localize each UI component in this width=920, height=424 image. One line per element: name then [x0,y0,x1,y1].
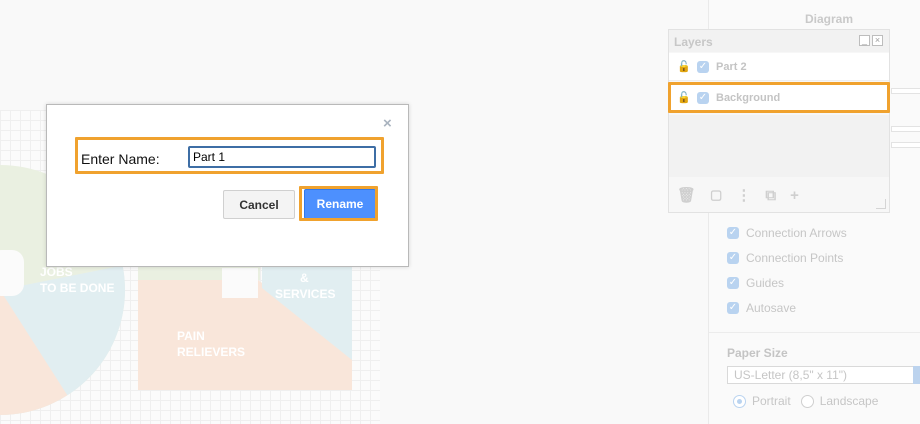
option-autosave[interactable]: ✓ Autosave [727,299,796,317]
layers-titlebar[interactable]: Layers _ × [669,30,889,52]
chevron-down-icon[interactable] [913,366,920,384]
duplicate-icon[interactable]: ⧉ [765,187,776,204]
resize-handle[interactable] [876,199,886,209]
portrait-label: Portrait [752,394,791,408]
close-icon[interactable]: × [383,115,392,132]
unlock-icon[interactable]: 🔓 [677,61,691,73]
highlight-rename-button [299,186,378,221]
paper-size-select[interactable]: US-Letter (8,5" x 11") [727,366,917,384]
cancel-button[interactable]: Cancel [223,190,295,219]
trash-icon[interactable]: 🗑 [677,186,696,204]
layers-title: Layers [674,35,713,49]
ghost-input [891,88,920,94]
option-connection-points[interactable]: ✓ Connection Points [727,249,843,267]
orientation-group: Portrait Landscape [733,394,878,408]
option-label: Guides [746,276,785,290]
layers-toolbar: 🗑 ▢ ⋮ ⧉ + [669,178,889,212]
center-gap [222,268,258,298]
option-guides[interactable]: ✓ Guides [727,274,784,292]
highlight-name-field [75,137,384,174]
relievers-label: RELIEVERS [177,345,246,359]
ghost-input [891,126,920,132]
minimize-icon[interactable]: _ [859,35,870,46]
portrait-radio[interactable] [733,394,746,408]
panel-title: Diagram [804,12,854,26]
services-label: SERVICES [275,287,336,301]
landscape-radio[interactable] [800,394,814,408]
option-label: Autosave [746,301,797,315]
ampersand-label: & [300,271,309,285]
close-icon[interactable]: × [872,35,883,46]
ghost-input [891,142,920,148]
circle-notch [0,250,24,296]
checkbox-icon[interactable]: ✓ [727,277,739,289]
paper-size-title: Paper Size [727,346,788,360]
more-icon[interactable]: ⋮ [736,186,751,204]
pain-label: PAIN [177,329,205,343]
checkbox-icon[interactable]: ✓ [727,302,739,314]
add-icon[interactable]: + [790,187,799,204]
option-label: Connection Points [746,251,844,265]
to-be-done-label: TO BE DONE [40,281,115,295]
checkbox-icon[interactable]: ✓ [727,252,739,264]
landscape-label: Landscape [819,394,879,408]
layers-window: Layers _ × 🔓 ✓ Part 2 🔓 ✓ Background 🗑 ▢… [668,29,890,213]
layers-empty-area [669,115,889,177]
layer-row-part-2[interactable]: 🔓 ✓ Part 2 [669,53,889,81]
option-connection-arrows[interactable]: ✓ Connection Arrows [727,224,847,242]
move-selection-icon[interactable]: ▢ [710,187,722,203]
option-label: Connection Arrows [746,226,847,240]
layer-name: Part 2 [716,60,747,73]
divider [709,332,920,333]
visibility-checkbox[interactable]: ✓ [697,60,709,73]
highlight-background-layer [668,82,890,113]
checkbox-icon[interactable]: ✓ [727,227,739,239]
